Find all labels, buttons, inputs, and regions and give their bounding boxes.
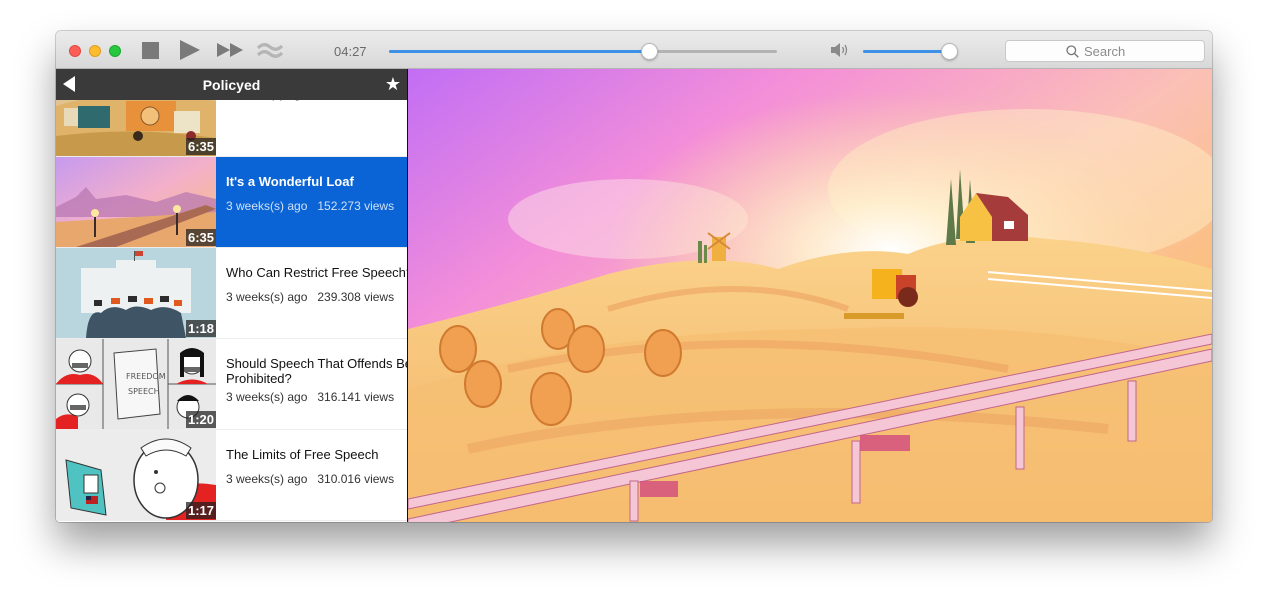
- video-views: 310.016 views: [317, 472, 395, 486]
- list-item[interactable]: 1:17 The Limits of Free Speech 3 weeks(s…: [56, 430, 407, 521]
- streaming-button[interactable]: [256, 40, 284, 60]
- back-arrow-icon[interactable]: [62, 76, 76, 92]
- video-views: 239.308 views: [317, 290, 395, 304]
- player-window: 04:27 Policyed ★: [56, 31, 1212, 522]
- video-title: Should Speech That Offends Be Prohibited…: [226, 356, 408, 386]
- video-duration: 1:20: [185, 411, 216, 428]
- video-age: 3 weeks(s) ago: [226, 390, 308, 404]
- list-item[interactable]: 1:18 Who Can Restrict Free Speech? 3 wee…: [56, 248, 407, 339]
- video-views: 316.141 views: [317, 390, 395, 404]
- video-title: It's a Wonderful Loaf: [226, 174, 354, 189]
- video-title: Who Can Restrict Free Speech?: [226, 265, 408, 280]
- minimize-window-button[interactable]: [89, 45, 101, 57]
- fast-forward-button[interactable]: [216, 40, 244, 60]
- seek-slider[interactable]: [389, 43, 777, 60]
- video-frame: [408, 69, 1212, 522]
- playlist-sidebar: Policyed ★ 6:35 6:35 It's a Wonderful Lo…: [56, 69, 408, 522]
- svg-text:SPEECH: SPEECH: [128, 387, 160, 396]
- sidebar-header: Policyed ★: [56, 69, 407, 100]
- toolbar: 04:27: [56, 31, 1212, 69]
- seek-knob[interactable]: [640, 43, 658, 60]
- video-meta: 3 weeks(s) ago 316.141 views: [226, 390, 394, 404]
- video-meta: 3 weeks(s) ago 152.273 views: [226, 199, 394, 213]
- volume-fill: [863, 50, 949, 53]
- video-thumbnail: 1:17: [56, 430, 216, 520]
- list-item[interactable]: FREEDOM SPEECH 1:20 Should Speech That O…: [56, 339, 407, 430]
- seek-progress-fill: [389, 50, 649, 53]
- streaming-wave-icon: [257, 43, 283, 58]
- volume-knob[interactable]: [941, 43, 958, 60]
- volume-slider[interactable]: [863, 43, 958, 60]
- play-icon: [179, 40, 200, 60]
- channel-title: Policyed: [202, 77, 261, 93]
- video-duration: 1:17: [185, 502, 216, 519]
- video-thumbnail: 1:18: [56, 248, 216, 338]
- video-thumbnail: FREEDOM SPEECH 1:20: [56, 339, 216, 429]
- svg-text:FREEDOM: FREEDOM: [126, 372, 166, 381]
- speaker-icon[interactable]: [830, 42, 850, 58]
- close-window-button[interactable]: [69, 45, 81, 57]
- stop-button[interactable]: [140, 40, 160, 60]
- video-age: 3 weeks(s) ago: [226, 472, 308, 486]
- video-duration: 1:18: [185, 320, 216, 337]
- video-meta: 3 weeks(s) ago 310.016 views: [226, 472, 394, 486]
- search-input[interactable]: [1084, 43, 1144, 59]
- elapsed-time: 04:27: [334, 44, 367, 59]
- fast-forward-icon: [216, 43, 243, 57]
- search-field[interactable]: [1005, 40, 1205, 62]
- zoom-window-button[interactable]: [109, 45, 121, 57]
- search-icon: [1066, 44, 1079, 58]
- video-views: 152.273 views: [317, 199, 395, 213]
- video-duration: 6:35: [185, 138, 216, 155]
- video-player[interactable]: [408, 69, 1212, 522]
- video-duration: 6:35: [185, 229, 216, 246]
- star-icon[interactable]: ★: [385, 74, 401, 94]
- play-button[interactable]: [178, 40, 200, 60]
- stop-icon: [141, 41, 159, 59]
- list-item-selected[interactable]: 6:35 It's a Wonderful Loaf 3 weeks(s) ag…: [56, 157, 407, 248]
- video-meta: 3 weeks(s) ago 239.308 views: [226, 290, 394, 304]
- video-title: The Limits of Free Speech: [226, 447, 379, 462]
- video-thumbnail: 6:35: [56, 157, 216, 247]
- video-age: 3 weeks(s) ago: [226, 199, 308, 213]
- video-age: 3 weeks(s) ago: [226, 290, 308, 304]
